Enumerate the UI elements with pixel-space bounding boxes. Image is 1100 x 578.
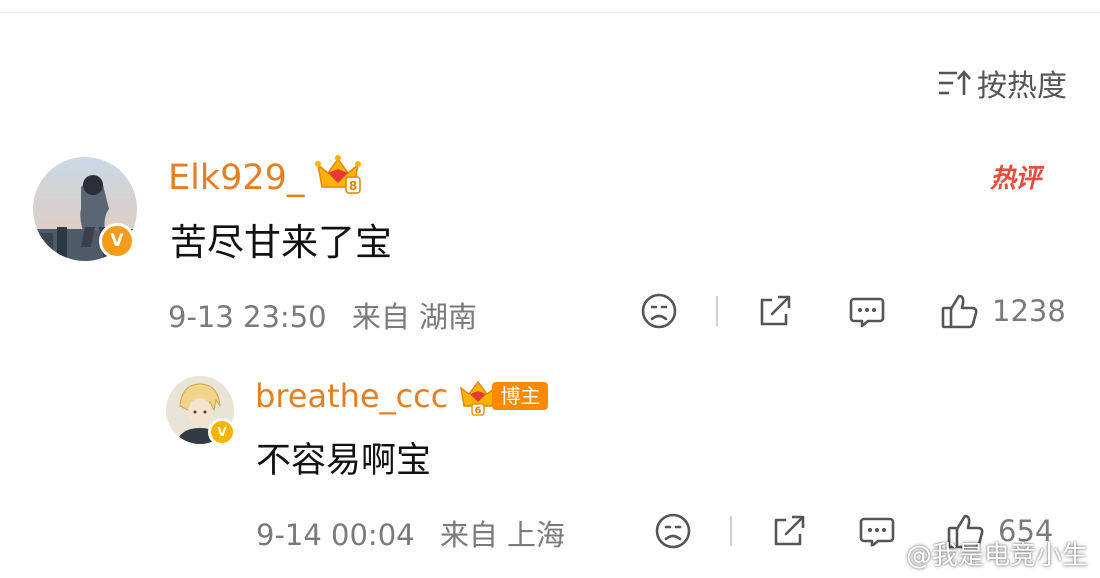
reply-dislike-button[interactable] bbox=[654, 512, 692, 550]
watermark-text: @我是电竞小生 bbox=[905, 541, 1088, 571]
share-icon bbox=[774, 515, 805, 546]
sort-label: 按热度 bbox=[977, 69, 1067, 104]
comment-time: 9-13 23:50 bbox=[168, 300, 327, 334]
share-icon bbox=[760, 295, 791, 326]
share-button[interactable] bbox=[756, 292, 794, 330]
reply-share-button[interactable] bbox=[770, 512, 808, 550]
reply-username[interactable]: breathe_ccc 6 博主 bbox=[255, 374, 549, 418]
dislike-button[interactable] bbox=[640, 292, 678, 330]
verified-badge-icon: V bbox=[99, 223, 135, 259]
comment-location: 来自 湖南 bbox=[351, 300, 478, 334]
reply-time: 9-14 00:04 bbox=[256, 518, 415, 552]
weibo-logo-icon bbox=[860, 541, 898, 568]
reply-location: 来自 上海 bbox=[439, 518, 566, 552]
comment-meta: 9-13 23:50 来自 湖南 bbox=[168, 294, 477, 336]
hot-comment-badge: 热评 bbox=[990, 164, 1041, 194]
reply-meta: 9-14 00:04 来自 上海 bbox=[256, 512, 565, 554]
reply-avatar[interactable]: V bbox=[166, 376, 236, 446]
comment-username-text: Elk929_ bbox=[168, 158, 305, 198]
watermark: @我是电竞小生 bbox=[860, 535, 1088, 572]
like-count: 1238 bbox=[992, 294, 1066, 328]
action-divider bbox=[730, 516, 732, 546]
svg-text:6: 6 bbox=[475, 406, 482, 417]
thumbs-up-icon bbox=[941, 294, 978, 329]
avatar[interactable]: V bbox=[33, 157, 137, 261]
comment-actions: 1238 bbox=[640, 292, 1066, 330]
reply-button[interactable] bbox=[848, 292, 886, 330]
reply-verified-badge-icon: V bbox=[208, 418, 236, 446]
comment-bubble-icon bbox=[849, 297, 885, 328]
reply-text: 不容易啊宝 bbox=[256, 441, 432, 481]
sort-by-heat-button[interactable]: 按热度 bbox=[937, 62, 1067, 104]
comment-username[interactable]: Elk929_ 8 bbox=[168, 154, 362, 202]
top-divider bbox=[0, 12, 1100, 13]
svg-text:8: 8 bbox=[349, 179, 357, 193]
like-button[interactable]: 1238 bbox=[940, 292, 1066, 330]
reply-username-text: breathe_ccc bbox=[255, 377, 449, 415]
comment-text: 苦尽甘来了宝 bbox=[170, 221, 392, 264]
sad-face-icon bbox=[641, 293, 677, 329]
sad-face-icon bbox=[655, 513, 691, 549]
action-divider bbox=[716, 296, 718, 326]
blogger-badge: 6 博主 bbox=[458, 379, 549, 416]
sort-icon bbox=[937, 69, 971, 97]
crown-level-icon: 8 bbox=[314, 153, 362, 204]
blogger-tag: 博主 bbox=[492, 382, 549, 410]
